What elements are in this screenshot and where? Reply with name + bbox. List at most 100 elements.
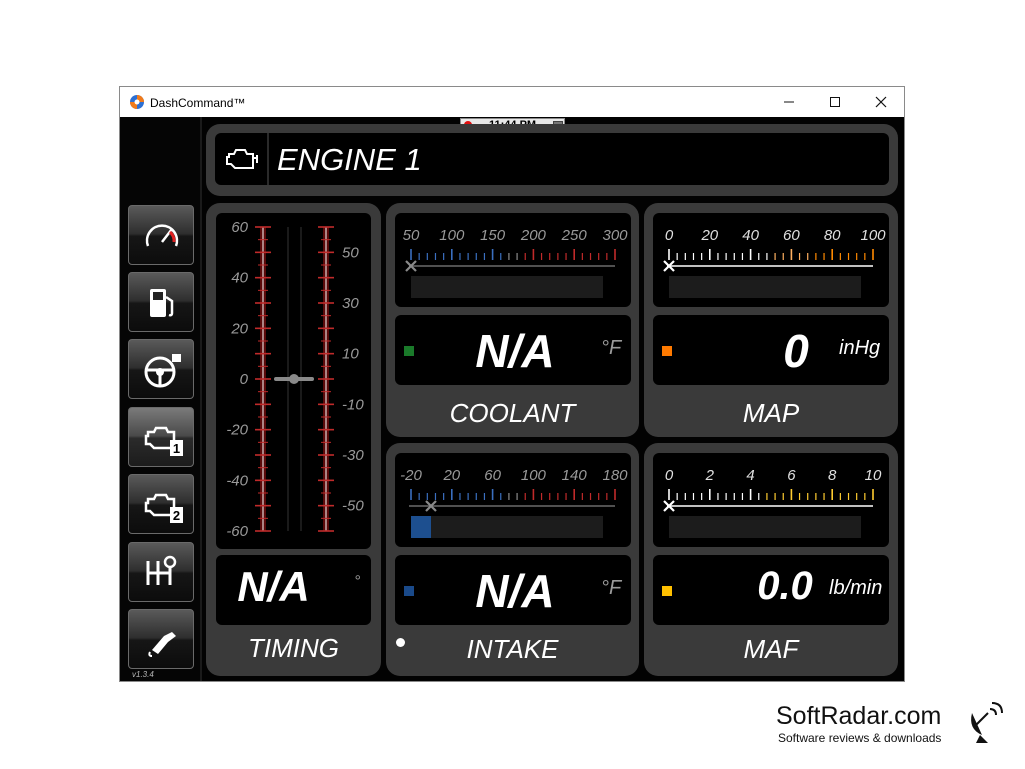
header-divider <box>267 133 269 185</box>
close-icon <box>875 96 887 108</box>
timing-left-tick-label: 40 <box>231 270 248 287</box>
timing-right-tick-label: 30 <box>342 295 359 312</box>
sidebar-item-driving[interactable] <box>128 339 194 399</box>
maf-scale-graphic <box>663 489 874 538</box>
map-readout: 0 inHg <box>653 315 889 385</box>
fuel-pump-icon <box>150 289 174 317</box>
intake-value: N/A <box>475 565 555 617</box>
app-logo-icon <box>130 95 144 109</box>
coolant-gauge-panel: 50 100 150 200 250 300 N/A °F COOLANT <box>386 203 639 437</box>
timing-right-tick-label: -50 <box>342 498 364 515</box>
sidebar-item-fuel-nozzle[interactable] <box>128 609 194 669</box>
engine-2-icon: 2 <box>144 493 183 523</box>
maf-readout: 0.0 lb/min <box>653 555 889 625</box>
engine-1-icon: 1 <box>144 426 183 456</box>
map-indicator <box>662 346 672 356</box>
coolant-label: COOLANT <box>449 398 576 428</box>
intake-gauge-panel: -20 20 60 100 140 180 N/A °F INTAKE <box>386 443 639 676</box>
gear-shift-icon <box>146 555 177 585</box>
intake-readout: N/A °F <box>395 555 631 625</box>
coolant-bar-track <box>411 276 603 298</box>
sidebar-item-engine-2[interactable]: 2 <box>128 474 194 534</box>
map-scale-graphic <box>663 249 874 298</box>
map-gauge-panel: 0 20 40 60 80 100 0 inHg MAP <box>644 203 898 437</box>
map-scale: 0 20 40 60 80 100 <box>653 213 889 307</box>
timing-left-tick-label: -20 <box>226 422 248 439</box>
timing-bar-gauge: 60 40 20 0 -20 -40 -60 50 30 10 -10 -30 -50 <box>216 213 371 549</box>
timing-pointer-knob <box>289 374 299 384</box>
fuel-nozzle-icon <box>148 632 176 657</box>
timing-value: N/A <box>237 563 310 610</box>
timing-scale: 60 40 20 0 -20 -40 -60 50 30 10 -10 -30 -50 <box>226 219 364 540</box>
maf-value: 0.0 <box>757 564 813 608</box>
sidebar-item-fuel[interactable] <box>128 272 194 332</box>
intake-bar-track <box>411 516 603 538</box>
maf-unit: lb/min <box>829 577 883 599</box>
map-value: 0 <box>783 325 809 377</box>
timing-right-tick-label: -30 <box>342 447 364 464</box>
engine-icon <box>226 149 258 169</box>
steering-wheel-icon <box>144 354 181 388</box>
minimize-icon <box>784 101 794 103</box>
intake-label: INTAKE <box>466 634 559 664</box>
coolant-unit: °F <box>601 337 622 359</box>
sidebar-item-engine-1[interactable]: 1 <box>128 407 194 467</box>
map-scale-band <box>669 254 873 259</box>
maf-bar-track <box>669 516 861 538</box>
maf-label: MAF <box>743 634 799 664</box>
timing-left-tick-label: -40 <box>226 472 248 489</box>
sidebar: 1 2 v1.3.4 <box>120 117 200 681</box>
intake-scale-band <box>411 494 615 499</box>
coolant-indicator <box>404 346 414 356</box>
coolant-scale-band <box>411 254 615 259</box>
timing-gauge-panel: 60 40 20 0 -20 -40 -60 50 30 10 -10 -30 -50 N/A ° TI… <box>206 203 381 676</box>
intake-scale: -20 20 60 100 140 180 <box>395 453 631 547</box>
map-bar-track <box>669 276 861 298</box>
timing-right-tick-label: 50 <box>342 244 359 261</box>
window-title: DashCommand™ <box>150 96 246 110</box>
timing-right-tick-label: 10 <box>342 346 359 363</box>
title-bar[interactable]: DashCommand™ <box>120 87 904 117</box>
coolant-scale: 50 100 150 200 250 300 <box>395 213 631 307</box>
timing-unit: ° <box>354 573 361 590</box>
minimize-button[interactable] <box>766 87 812 117</box>
coolant-value: N/A <box>475 325 555 377</box>
intake-bar-fill <box>411 516 431 538</box>
sidebar-divider <box>200 117 202 681</box>
page-title: ENGINE 1 <box>277 142 422 177</box>
intake-indicator <box>404 586 414 596</box>
map-unit: inHg <box>839 337 881 359</box>
version-label: v1.3.4 <box>132 670 154 679</box>
coolant-scale-graphic <box>405 249 616 298</box>
radar-dish-icon <box>971 702 1003 743</box>
timing-label: TIMING <box>248 633 339 663</box>
map-label: MAP <box>742 398 800 428</box>
intake-unit: °F <box>601 577 622 599</box>
header-panel: ENGINE 1 <box>206 124 898 196</box>
maf-indicator <box>662 586 672 596</box>
svg-text:2: 2 <box>173 508 180 523</box>
watermark-brand: SoftRadar.com <box>776 702 942 730</box>
timing-right-tick-label: -10 <box>342 396 364 413</box>
maf-scale: 0 2 4 6 8 10 <box>653 453 889 547</box>
maf-scale-band <box>669 494 873 499</box>
intake-scale-graphic <box>409 489 616 538</box>
close-button[interactable] <box>858 87 904 117</box>
header-inner: ENGINE 1 <box>215 133 889 185</box>
timing-left-tick-label: 60 <box>231 219 248 236</box>
watermark-tagline: Software reviews & downloads <box>778 731 942 745</box>
speedometer-icon <box>145 224 179 247</box>
maximize-icon <box>830 97 840 107</box>
svg-text:1: 1 <box>173 441 180 456</box>
maximize-button[interactable] <box>812 87 858 117</box>
timing-left-tick-label: 0 <box>240 371 249 388</box>
maf-gauge-panel: 0 2 4 6 8 10 0.0 lb/min MAF <box>644 443 898 676</box>
timing-readout: N/A ° <box>216 555 371 625</box>
sidebar-item-gauges[interactable] <box>128 205 194 265</box>
sidebar-item-transmission[interactable] <box>128 542 194 602</box>
app-window: DashCommand™ 1 2 v1.3.4 ENGINE 1 60 40 2… <box>119 86 905 682</box>
timing-left-tick-label: -60 <box>226 523 248 540</box>
timing-left-tick-label: 20 <box>230 320 248 337</box>
coolant-readout: N/A °F <box>395 315 631 385</box>
dashboard-content: 1 2 v1.3.4 ENGINE 1 60 40 20 0 -20 -40 -… <box>120 117 904 681</box>
